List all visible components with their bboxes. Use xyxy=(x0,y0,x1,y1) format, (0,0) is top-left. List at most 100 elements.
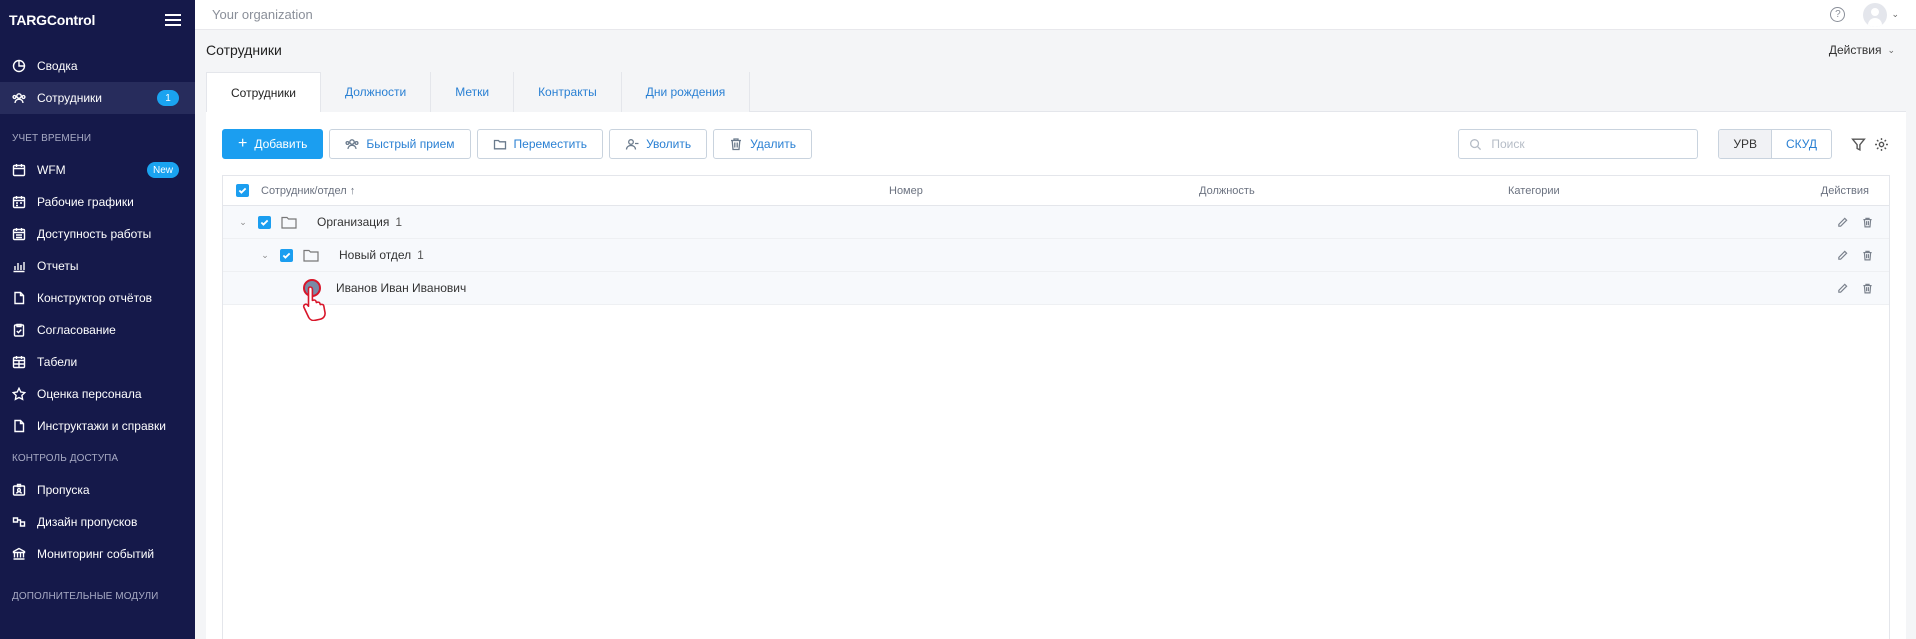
folder-icon xyxy=(493,139,506,150)
sidebar-item-employees[interactable]: Сотрудники 1 xyxy=(0,82,195,114)
sidebar-item-report-builder[interactable]: Конструктор отчётов xyxy=(0,282,195,314)
sidebar-item-label: Мониторинг событий xyxy=(37,547,155,561)
column-position[interactable]: Должность xyxy=(1199,185,1255,197)
sidebar-item-label: Оценка персонала xyxy=(37,387,142,401)
move-button[interactable]: Переместить xyxy=(476,129,604,159)
calendar-icon xyxy=(12,163,26,177)
sidebar-item-wfm[interactable]: WFM New xyxy=(0,154,195,186)
gear-icon[interactable] xyxy=(1872,135,1890,153)
column-employee[interactable]: Сотрудник/отдел ↑ xyxy=(261,185,355,197)
row-actions xyxy=(1837,283,1873,294)
top-header: Your organization ? ⌄ xyxy=(195,0,1916,30)
help-icon[interactable]: ? xyxy=(1830,7,1846,22)
add-button[interactable]: + Добавить xyxy=(222,129,324,159)
main-content: + Добавить Быстрый прием Переместить Уво… xyxy=(206,112,1906,639)
trash-icon[interactable] xyxy=(1862,250,1873,261)
clipboard-check-icon xyxy=(12,323,26,337)
folder-icon xyxy=(303,249,319,265)
search-box[interactable] xyxy=(1458,129,1699,159)
tab-positions[interactable]: Должности xyxy=(321,72,432,112)
design-icon xyxy=(12,515,26,529)
dismiss-label: Уволить xyxy=(646,137,692,151)
edit-icon[interactable] xyxy=(1837,283,1848,294)
sidebar-item-summary[interactable]: Сводка xyxy=(0,50,195,82)
menu-toggle-icon[interactable] xyxy=(165,14,181,26)
sidebar-item-label: Конструктор отчётов xyxy=(37,291,152,305)
badge-card-icon xyxy=(12,483,26,497)
section-access-control: Контроль доступа xyxy=(12,452,119,464)
trash-icon[interactable] xyxy=(1862,217,1873,228)
sidebar-item-label: Сводка xyxy=(37,59,78,73)
row-checkbox[interactable] xyxy=(258,215,271,229)
table-row-organization[interactable]: ⌄ Организация 1 xyxy=(223,206,1889,239)
chevron-down-icon[interactable]: ⌄ xyxy=(259,249,271,261)
quick-hire-label: Быстрый прием xyxy=(366,137,455,151)
view-toggle: УРВ СКУД xyxy=(1718,129,1832,159)
sidebar-item-label: Пропуска xyxy=(37,483,90,497)
sidebar-item-label: Сотрудники xyxy=(37,91,102,105)
sidebar-item-label: WFM xyxy=(37,163,66,177)
row-actions xyxy=(1837,217,1873,228)
actions-dropdown-label: Действия xyxy=(1828,43,1882,57)
employees-count-badge: 1 xyxy=(157,90,179,106)
actions-dropdown[interactable]: Действия ⌄ xyxy=(1829,43,1895,57)
sidebar-item-briefings[interactable]: Инструктажи и справки xyxy=(0,410,195,442)
sidebar-item-label: Согласование xyxy=(37,323,116,337)
edit-icon[interactable] xyxy=(1837,217,1848,228)
column-categories[interactable]: Категории xyxy=(1508,185,1560,197)
row-count: 1 xyxy=(395,215,403,229)
document-icon xyxy=(12,291,26,305)
sidebar-item-label: Дизайн пропусков xyxy=(37,515,138,529)
folder-icon xyxy=(281,216,297,232)
section-time-tracking: Учет времени xyxy=(12,132,92,144)
sidebar-item-pass-design[interactable]: Дизайн пропусков xyxy=(0,506,195,538)
employee-name[interactable]: Иванов Иван Иванович xyxy=(336,281,466,295)
trash-icon[interactable] xyxy=(1862,283,1873,294)
delete-label: Удалить xyxy=(750,137,796,151)
page-title: Сотрудники xyxy=(206,42,282,58)
delete-button[interactable]: Удалить xyxy=(713,129,812,159)
user-menu[interactable]: ⌄ xyxy=(1863,2,1899,27)
tab-employees[interactable]: Сотрудники xyxy=(206,72,321,112)
avatar xyxy=(1863,2,1888,27)
tab-birthdays[interactable]: Дни рождения xyxy=(621,72,751,112)
dismiss-button[interactable]: Уволить xyxy=(609,129,708,159)
toggle-urv[interactable]: УРВ xyxy=(1719,130,1772,158)
app-logo: TARGControl xyxy=(9,12,96,28)
row-checkbox[interactable] xyxy=(280,248,293,262)
sidebar-item-reports[interactable]: Отчеты xyxy=(0,250,195,282)
column-number[interactable]: Номер xyxy=(889,185,923,197)
row-actions xyxy=(1837,250,1873,261)
section-extra-modules: Дополнительные модули xyxy=(12,590,159,602)
toggle-skud[interactable]: СКУД xyxy=(1772,130,1831,158)
search-input[interactable] xyxy=(1491,137,1682,151)
table-row-employee[interactable]: Иванов Иван Иванович xyxy=(223,272,1889,305)
organization-name[interactable]: Your organization xyxy=(212,7,313,22)
select-all-checkbox[interactable] xyxy=(236,184,249,197)
new-badge: New xyxy=(146,162,179,178)
sidebar-item-timesheets[interactable]: Табели xyxy=(0,346,195,378)
chevron-down-icon[interactable]: ⌄ xyxy=(237,216,249,228)
chevron-down-icon: ⌄ xyxy=(1891,9,1899,19)
sidebar-item-approval[interactable]: Согласование xyxy=(0,314,195,346)
calendar-icon xyxy=(12,195,26,209)
calendar-grid-icon xyxy=(12,355,26,369)
chevron-down-icon: ⌄ xyxy=(1887,44,1895,55)
sidebar: TARGControl Сводка Сотрудники 1 Учет вре… xyxy=(0,0,195,639)
quick-hire-button[interactable]: Быстрый прием xyxy=(329,129,471,159)
sidebar-header: TARGControl xyxy=(0,0,195,40)
table-row-department[interactable]: ⌄ Новый отдел 1 xyxy=(223,239,1889,272)
sidebar-item-availability[interactable]: Доступность работы xyxy=(0,218,195,250)
bar-chart-icon xyxy=(12,259,26,273)
filter-icon[interactable] xyxy=(1849,135,1867,153)
tab-contracts[interactable]: Контракты xyxy=(514,72,622,112)
sidebar-item-passes[interactable]: Пропуска xyxy=(0,474,195,506)
page-header: Сотрудники Действия ⌄ xyxy=(195,30,1916,70)
row-name: Организация 1 xyxy=(317,215,403,229)
sidebar-item-work-schedules[interactable]: Рабочие графики xyxy=(0,186,195,218)
tab-tags[interactable]: Метки xyxy=(431,72,515,112)
edit-icon[interactable] xyxy=(1837,250,1848,261)
sidebar-item-event-monitoring[interactable]: Мониторинг событий xyxy=(0,538,195,570)
sidebar-item-staff-evaluation[interactable]: Оценка персонала xyxy=(0,378,195,410)
move-label: Переместить xyxy=(513,137,588,151)
